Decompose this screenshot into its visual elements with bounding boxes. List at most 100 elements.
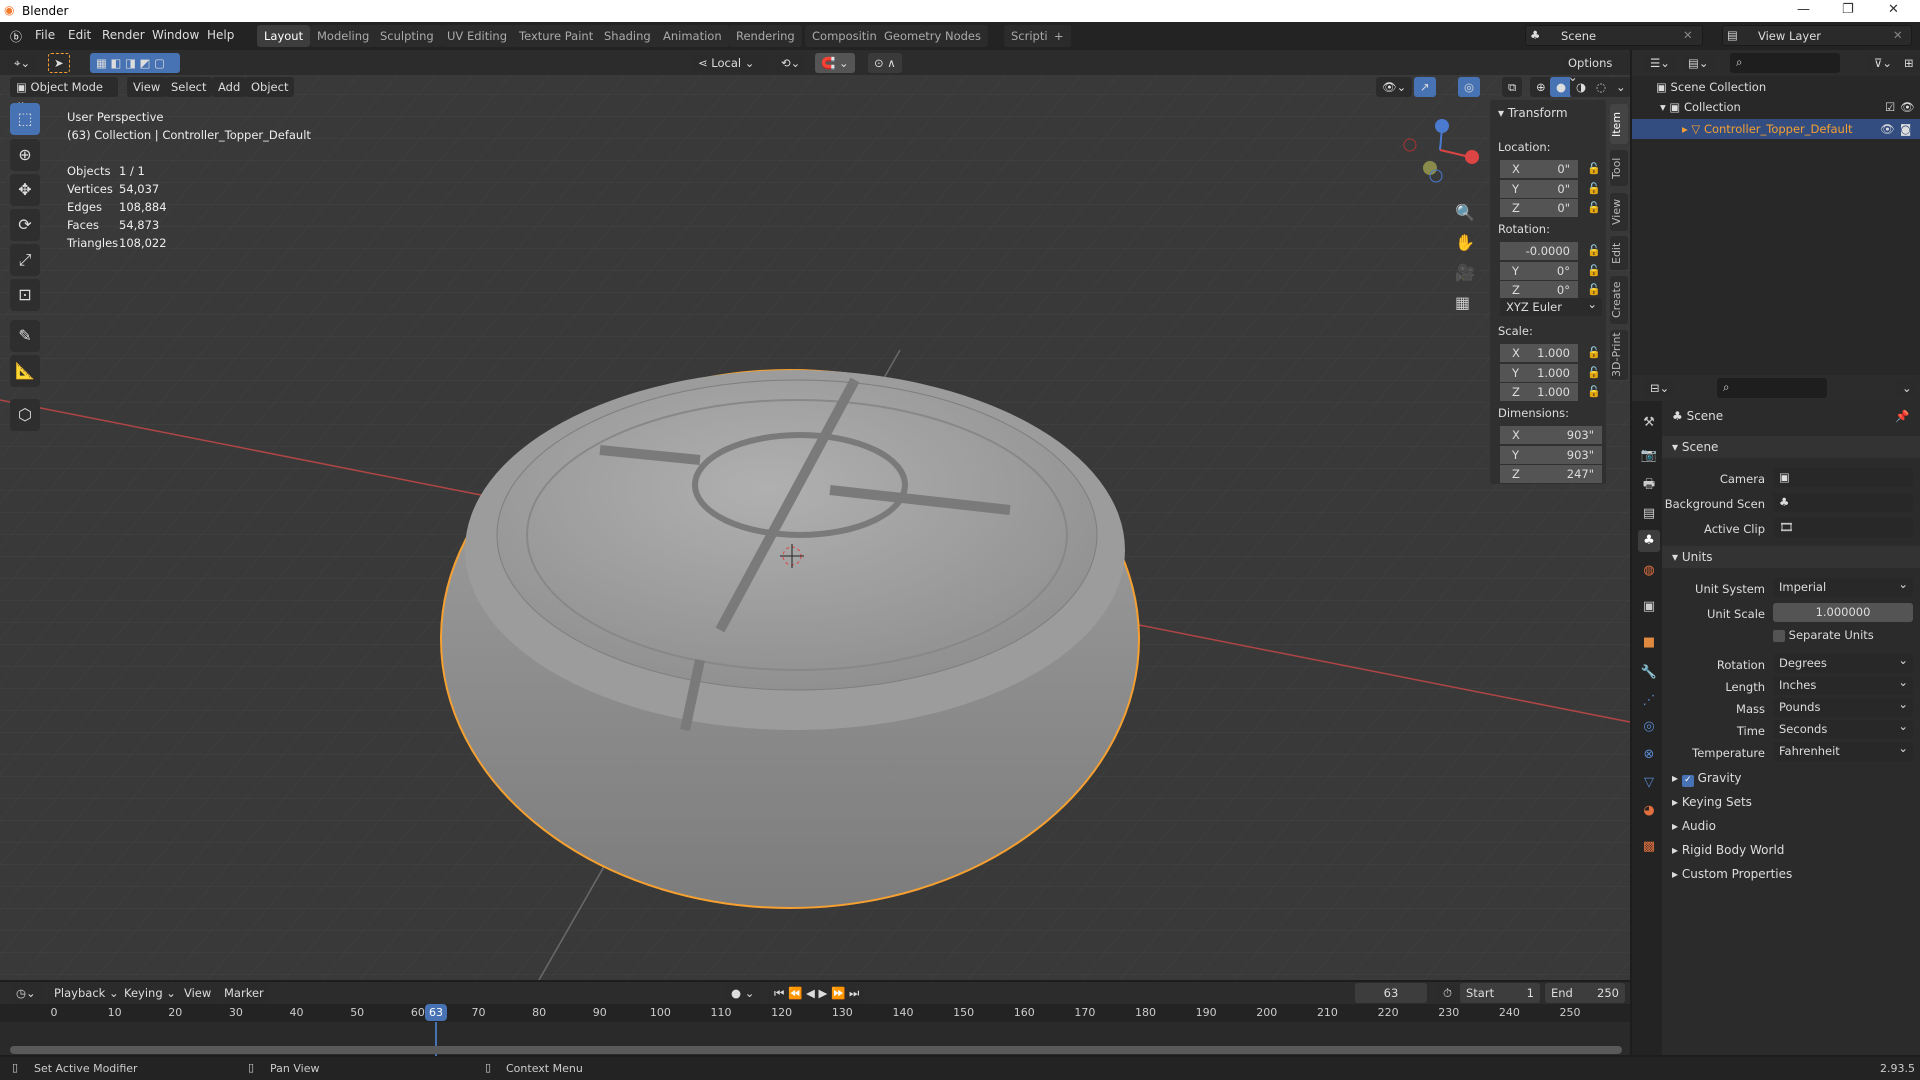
tool-move-icon[interactable]: ✥ xyxy=(10,174,40,206)
rotation-mode-dropdown[interactable]: XYZ Euler xyxy=(1500,297,1602,316)
unit-scale-field[interactable]: 1.000000 xyxy=(1773,603,1913,622)
menu-render[interactable]: Render xyxy=(102,28,145,42)
object-camera-icon[interactable]: ◙ xyxy=(1900,122,1911,136)
close-button[interactable]: ✕ xyxy=(1888,2,1899,17)
unit-system-dropdown[interactable]: Imperial xyxy=(1773,577,1913,597)
transform-orientation-dropdown[interactable]: ⋖ Local ⌄ xyxy=(692,53,768,73)
3d-viewport[interactable]: ▣ Object Mode ⌄ View Select Add Object 👁… xyxy=(0,50,1630,980)
lock-icon[interactable]: 🔓 xyxy=(1587,264,1601,277)
properties-search-input[interactable]: ⌕ xyxy=(1717,378,1827,398)
collection-row[interactable]: ▾ ▣ Collection ☑ 👁 xyxy=(1660,100,1920,114)
selection-mode-buttons[interactable]: ▦ ◧ ◨ ◩ ▢ xyxy=(90,53,180,73)
location-z-field[interactable]: Z 0" xyxy=(1500,199,1578,217)
view-layer-filter-icon[interactable]: ▤⌄ xyxy=(1682,53,1715,73)
rigid-body-world-panel-header[interactable]: ▸ Rigid Body World xyxy=(1662,839,1920,861)
properties-options-icon[interactable]: ⌄ xyxy=(1896,378,1918,398)
view-layer-selector[interactable]: ▤ View Layer ✕ xyxy=(1722,25,1912,46)
tool-select-box-icon[interactable]: ⬚ xyxy=(10,103,40,135)
playback-controls[interactable]: ⏮ ⏪ ◀ ▶ ⏩ ⏭ xyxy=(768,983,866,1003)
snap-icon[interactable]: 🧲 ⌄ xyxy=(815,53,855,73)
view-layer-name[interactable]: View Layer xyxy=(1758,29,1821,43)
current-frame-field[interactable]: 63 xyxy=(1355,983,1427,1003)
visibility-icon[interactable]: 👁⌄ xyxy=(1376,77,1413,97)
location-x-field[interactable]: X 0" xyxy=(1500,160,1578,178)
workspace-tab-animation[interactable]: Animation xyxy=(656,25,729,47)
pivot-point-icon[interactable]: ⟲⌄ xyxy=(775,53,807,73)
options-dropdown[interactable]: Options ⌄ xyxy=(1562,53,1630,84)
object-row[interactable]: ▸ ▽ Controller_Topper_Default 👁 ◙ xyxy=(1632,119,1920,139)
temperature-unit-dropdown[interactable]: Fahrenheit xyxy=(1773,741,1913,761)
timeline-editor-icon[interactable]: ◷⌄ xyxy=(10,983,42,1003)
tool-cursor-icon[interactable]: ⊕ xyxy=(10,139,40,171)
menu-window[interactable]: Window xyxy=(152,28,199,42)
sidebar-tab-create[interactable]: Create xyxy=(1610,276,1628,324)
sidebar-tab-edit[interactable]: Edit xyxy=(1610,236,1628,270)
gizmo-toggle-icon[interactable]: ↗ xyxy=(1414,77,1436,97)
eye-icon[interactable]: 👁 xyxy=(1900,100,1915,114)
camera-field[interactable]: ▣ xyxy=(1773,468,1913,487)
outliner-search-input[interactable]: ⌕ xyxy=(1730,53,1840,73)
menu-add[interactable]: Add xyxy=(212,77,247,97)
dimensions-y-field[interactable]: Y 903" xyxy=(1500,445,1602,464)
remove-view-layer-icon[interactable]: ✕ xyxy=(1893,28,1903,42)
maximize-button[interactable]: ❐ xyxy=(1842,2,1854,17)
sidebar-tab-item[interactable]: Item xyxy=(1610,104,1628,144)
scene-selector[interactable]: ♣ Scene ✕ xyxy=(1525,25,1703,46)
select-tool-icon[interactable]: ➤ xyxy=(48,53,70,73)
timeline-scrollbar[interactable] xyxy=(10,1046,1622,1054)
transform-header[interactable]: ▾ Transform xyxy=(1498,106,1568,120)
playhead-frame-label[interactable]: 63 xyxy=(425,1004,448,1021)
camera-view-icon[interactable]: 🎥 xyxy=(1455,258,1475,288)
lock-icon[interactable]: 🔓 xyxy=(1587,201,1601,214)
pan-hand-icon[interactable]: ✋ xyxy=(1455,228,1475,258)
menu-help[interactable]: Help xyxy=(207,28,234,42)
workspace-tab-sculpting[interactable]: Sculpting xyxy=(373,25,441,47)
menu-object[interactable]: Object xyxy=(245,77,295,97)
scale-y-field[interactable]: Y 1.000 xyxy=(1500,363,1578,382)
properties-tab-world-icon[interactable]: ◍ xyxy=(1638,560,1660,582)
scene-name[interactable]: Scene xyxy=(1561,29,1596,43)
properties-tab-tool-icon[interactable]: ⚒ xyxy=(1638,412,1660,434)
marker-menu[interactable]: Marker xyxy=(218,983,270,1003)
lock-icon[interactable]: 🔓 xyxy=(1587,182,1601,195)
auto-keying-icon[interactable]: ● ⌄ xyxy=(725,983,761,1003)
start-frame-field[interactable]: Start 1 xyxy=(1460,983,1540,1003)
separate-units-checkbox[interactable]: Separate Units xyxy=(1773,628,1874,642)
xray-icon[interactable]: ⧉ xyxy=(1502,77,1523,97)
tool-annotate-icon[interactable]: ✎ xyxy=(10,320,40,352)
rotation-y-field[interactable]: Y 0° xyxy=(1500,261,1578,280)
audio-panel-header[interactable]: ▸ Audio xyxy=(1662,815,1920,837)
rotation-x-field[interactable]: -0.0000 xyxy=(1500,242,1578,260)
rotation-unit-dropdown[interactable]: Degrees xyxy=(1773,653,1913,673)
editor-type-icon[interactable]: ⌖⌄ xyxy=(8,53,37,73)
dimensions-x-field[interactable]: X 903" xyxy=(1500,426,1602,444)
workspace-tab-shading[interactable]: Shading xyxy=(597,25,658,47)
scene-panel-header[interactable]: ▾ Scene xyxy=(1662,436,1920,458)
time-unit-dropdown[interactable]: Seconds xyxy=(1773,719,1913,739)
scene-collection-row[interactable]: ▣ Scene Collection xyxy=(1656,80,1766,94)
scale-x-field[interactable]: X 1.000 xyxy=(1500,344,1578,362)
units-panel-header[interactable]: ▾ Units xyxy=(1662,546,1920,568)
ortho-grid-icon[interactable]: ▦ xyxy=(1455,288,1475,318)
scale-z-field[interactable]: Z 1.000 xyxy=(1500,383,1578,401)
display-mode-icon[interactable]: ☰⌄ xyxy=(1644,53,1676,73)
workspace-tab-add[interactable]: + xyxy=(1047,25,1071,47)
location-y-field[interactable]: Y 0" xyxy=(1500,179,1578,198)
menu-select[interactable]: Select xyxy=(165,77,213,97)
end-frame-field[interactable]: End 250 xyxy=(1545,983,1625,1003)
tool-measure-icon[interactable]: 📐 xyxy=(10,355,40,387)
workspace-tab-layout[interactable]: Layout xyxy=(257,25,311,47)
tool-add-cube-icon[interactable]: ⬡ xyxy=(10,399,40,431)
tool-transform-icon[interactable]: ⊡ xyxy=(10,279,40,311)
properties-tab-texture-icon[interactable]: ▩ xyxy=(1638,836,1660,858)
shading-options-icon[interactable]: ⌄ xyxy=(1610,77,1630,97)
sidebar-tab-3d-print[interactable]: 3D-Print xyxy=(1610,330,1628,380)
rendered-shading-icon[interactable]: ◌ xyxy=(1590,77,1613,97)
filter-icon[interactable]: ⊽⌄ xyxy=(1868,53,1899,73)
workspace-tab-uv-editing[interactable]: UV Editing xyxy=(440,25,514,47)
rotation-z-field[interactable]: Z 0° xyxy=(1500,281,1578,299)
minimize-button[interactable]: — xyxy=(1797,2,1810,17)
tool-rotate-icon[interactable]: ⟳ xyxy=(10,209,40,241)
overlay-toggle-icon[interactable]: ◎ xyxy=(1458,77,1481,97)
pin-icon[interactable]: 📌 xyxy=(1895,409,1909,423)
